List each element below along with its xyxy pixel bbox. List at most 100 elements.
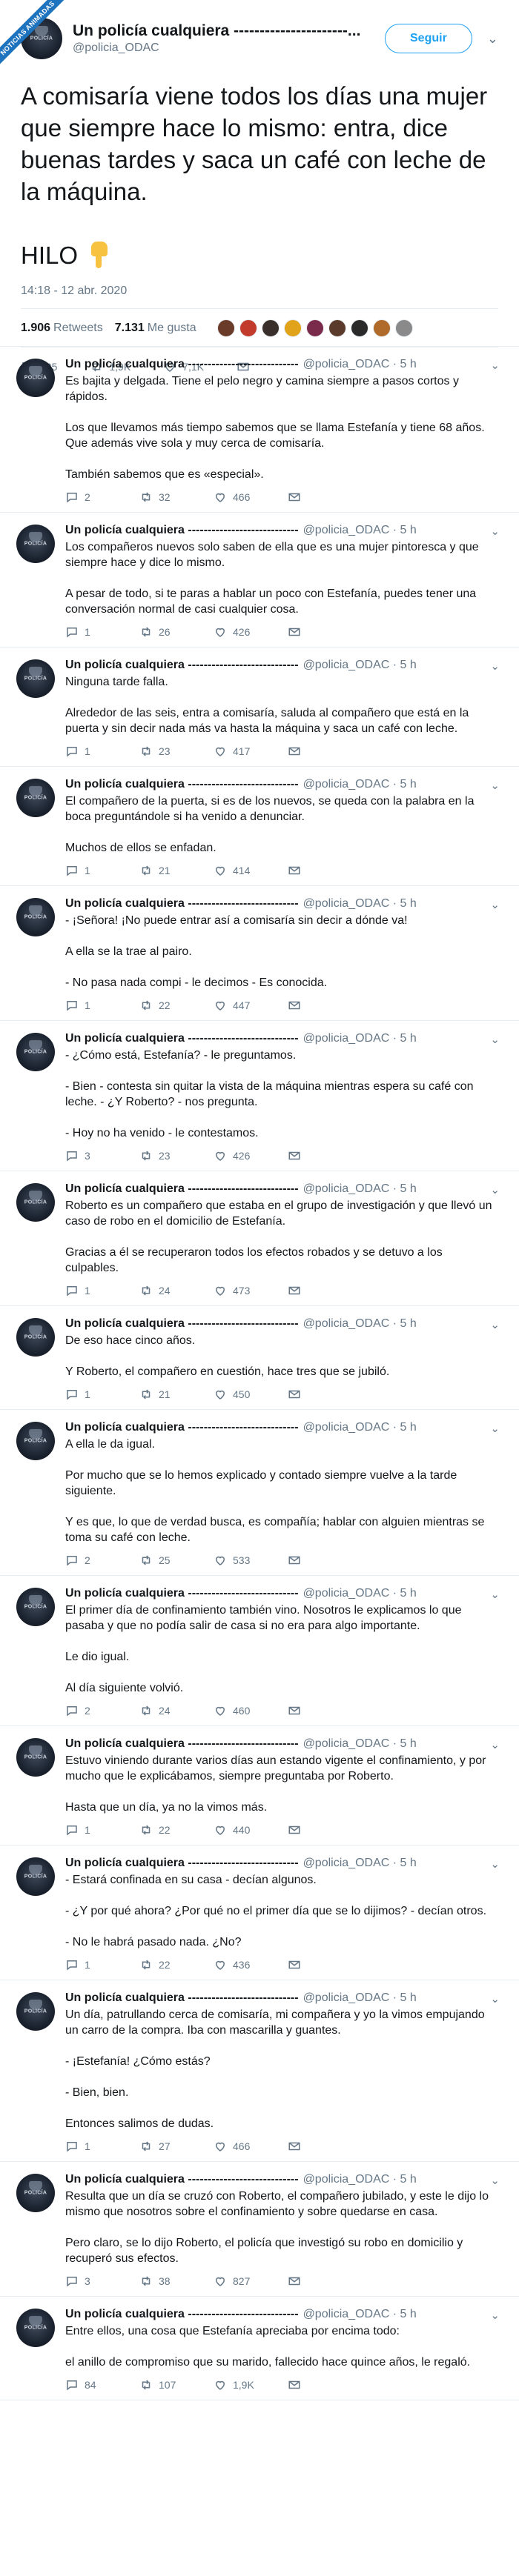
author-name[interactable]: Un policía cualquiera ------------------… [65, 1991, 299, 2006]
reply-button[interactable]: 1 [65, 999, 139, 1012]
chevron-down-icon[interactable]: ⌄ [490, 659, 500, 673]
message-button[interactable] [288, 490, 362, 504]
thread-tweet[interactable]: POLICÍA ⌄ Un policía cualquiera ----------… [0, 886, 519, 1021]
reply-button[interactable]: 2 [65, 490, 139, 504]
thread-tweet[interactable]: POLICÍA ⌄ Un policía cualquiera ----------… [0, 1171, 519, 1306]
like-button[interactable]: 466 [214, 2140, 288, 2153]
thread-tweet[interactable]: POLICÍA ⌄ Un policía cualquiera ----------… [0, 1576, 519, 1726]
avatar[interactable]: POLICÍA [16, 1183, 55, 1222]
retweet-button[interactable]: 38 [139, 2274, 214, 2288]
chevron-down-icon[interactable]: ⌄ [490, 359, 500, 372]
like-button[interactable]: 426 [214, 625, 288, 639]
author-name[interactable]: Un policía cualquiera ------------------… [65, 896, 299, 911]
chevron-down-icon[interactable]: ⌄ [490, 1992, 500, 2006]
avatar[interactable]: POLICÍA [16, 1422, 55, 1460]
like-button[interactable]: 450 [214, 1388, 288, 1401]
liker-avatar[interactable] [216, 319, 235, 337]
retweet-button[interactable]: 24 [139, 1284, 214, 1297]
reply-button[interactable]: 1 [65, 2140, 139, 2153]
retweet-button[interactable]: 23 [139, 1149, 214, 1162]
author-handle-time[interactable]: @policia_ODAC · 5 h [303, 1182, 417, 1197]
reply-button[interactable]: 1 [65, 1388, 139, 1401]
reply-button[interactable]: 3 [65, 2274, 139, 2288]
tweet-date[interactable]: 14:18 - 12 abr. 2020 [21, 284, 498, 309]
retweet-button[interactable]: 107 [139, 2378, 214, 2392]
message-button[interactable] [288, 2274, 362, 2288]
message-button[interactable] [288, 1554, 362, 1567]
like-button[interactable]: 827 [214, 2274, 288, 2288]
avatar[interactable]: POLICÍA [16, 1033, 55, 1071]
retweets-stat[interactable]: 1.906 Retweets [21, 322, 103, 335]
reply-button[interactable]: 1 [65, 625, 139, 639]
message-button[interactable] [288, 2378, 362, 2392]
reply-button[interactable]: 2 [65, 1704, 139, 1717]
message-button[interactable] [288, 1704, 362, 1717]
chevron-down-icon[interactable]: ⌄ [490, 2174, 500, 2187]
liker-avatar[interactable] [328, 319, 346, 337]
author-name[interactable]: Un policía cualquiera ------------------… [73, 22, 385, 40]
reply-button[interactable]: 1 [65, 864, 139, 877]
author-handle-time[interactable]: @policia_ODAC · 5 h [303, 1317, 417, 1331]
chevron-down-icon[interactable]: ⌄ [490, 2309, 500, 2322]
liker-avatar[interactable] [261, 319, 280, 337]
like-button[interactable]: 533 [214, 1554, 288, 1567]
retweet-button[interactable]: 26 [139, 625, 214, 639]
message-button[interactable] [288, 999, 362, 1012]
author-handle-time[interactable]: @policia_ODAC · 5 h [303, 1856, 417, 1871]
chevron-down-icon[interactable]: ⌄ [490, 1738, 500, 1751]
avatar[interactable]: POLICÍA [16, 1738, 55, 1777]
message-button[interactable] [288, 745, 362, 758]
retweet-button[interactable]: 32 [139, 490, 214, 504]
avatar[interactable]: POLICÍA [16, 2309, 55, 2347]
reply-button[interactable]: 84 [65, 2378, 139, 2392]
avatar[interactable]: POLICÍA [16, 525, 55, 563]
thread-tweet[interactable]: POLICÍA ⌄ Un policía cualquiera ----------… [0, 767, 519, 886]
author-name[interactable]: Un policía cualquiera ------------------… [65, 1586, 299, 1601]
author-handle-time[interactable]: @policia_ODAC · 5 h [303, 658, 417, 673]
reply-button[interactable]: 1 [65, 1284, 139, 1297]
author-handle-time[interactable]: @policia_ODAC · 5 h [303, 523, 417, 538]
message-button[interactable] [288, 1958, 362, 1971]
chevron-down-icon[interactable]: ⌄ [487, 31, 498, 47]
retweet-button[interactable]: 24 [139, 1704, 214, 1717]
reply-button[interactable]: 1 [65, 1958, 139, 1971]
chevron-down-icon[interactable]: ⌄ [490, 1422, 500, 1435]
avatar[interactable]: POLICÍA [16, 1588, 55, 1626]
message-button[interactable] [288, 1388, 362, 1401]
like-button[interactable]: 440 [214, 1823, 288, 1837]
liker-avatar[interactable] [239, 319, 257, 337]
thread-tweet[interactable]: POLICÍA ⌄ Un policía cualquiera ----------… [0, 1726, 519, 1846]
avatar[interactable]: POLICÍA [16, 1857, 55, 1896]
author-name[interactable]: Un policía cualquiera ------------------… [65, 2307, 299, 2322]
thread-tweet[interactable]: POLICÍA ⌄ Un policía cualquiera ----------… [0, 1306, 519, 1410]
avatar[interactable]: POLICÍA [16, 2174, 55, 2212]
retweet-button[interactable]: 21 [139, 1388, 214, 1401]
chevron-down-icon[interactable]: ⌄ [490, 1318, 500, 1331]
retweet-button[interactable]: 23 [139, 745, 214, 758]
follow-button[interactable]: Seguir [384, 24, 472, 53]
author-handle-time[interactable]: @policia_ODAC · 5 h [303, 2172, 417, 2187]
liker-avatar[interactable] [394, 319, 413, 337]
avatar[interactable]: POLICÍA [16, 898, 55, 936]
author-name[interactable]: Un policía cualquiera ------------------… [65, 1031, 299, 1046]
like-button[interactable]: 447 [214, 999, 288, 1012]
author-name[interactable]: Un policía cualquiera ------------------… [65, 357, 299, 372]
like-button[interactable]: 473 [214, 1284, 288, 1297]
avatar[interactable]: POLICÍA [16, 1992, 55, 2031]
author-name[interactable]: Un policía cualquiera ------------------… [65, 1182, 299, 1197]
avatar[interactable]: POLICÍA [16, 1318, 55, 1357]
author-name[interactable]: Un policía cualquiera ------------------… [65, 1856, 299, 1871]
author-handle-time[interactable]: @policia_ODAC · 5 h [303, 2307, 417, 2322]
like-button[interactable]: 460 [214, 1704, 288, 1717]
chevron-down-icon[interactable]: ⌄ [490, 525, 500, 538]
chevron-down-icon[interactable]: ⌄ [490, 779, 500, 792]
like-button[interactable]: 436 [214, 1958, 288, 1971]
author-handle-time[interactable]: @policia_ODAC · 5 h [303, 1991, 417, 2006]
retweet-button[interactable]: 25 [139, 1554, 214, 1567]
like-button[interactable]: 414 [214, 864, 288, 877]
likes-stat[interactable]: 7.131 Me gusta [115, 322, 196, 335]
chevron-down-icon[interactable]: ⌄ [490, 898, 500, 911]
like-button[interactable]: 426 [214, 1149, 288, 1162]
thread-tweet[interactable]: POLICÍA ⌄ Un policía cualquiera ----------… [0, 2162, 519, 2297]
chevron-down-icon[interactable]: ⌄ [490, 1588, 500, 1601]
